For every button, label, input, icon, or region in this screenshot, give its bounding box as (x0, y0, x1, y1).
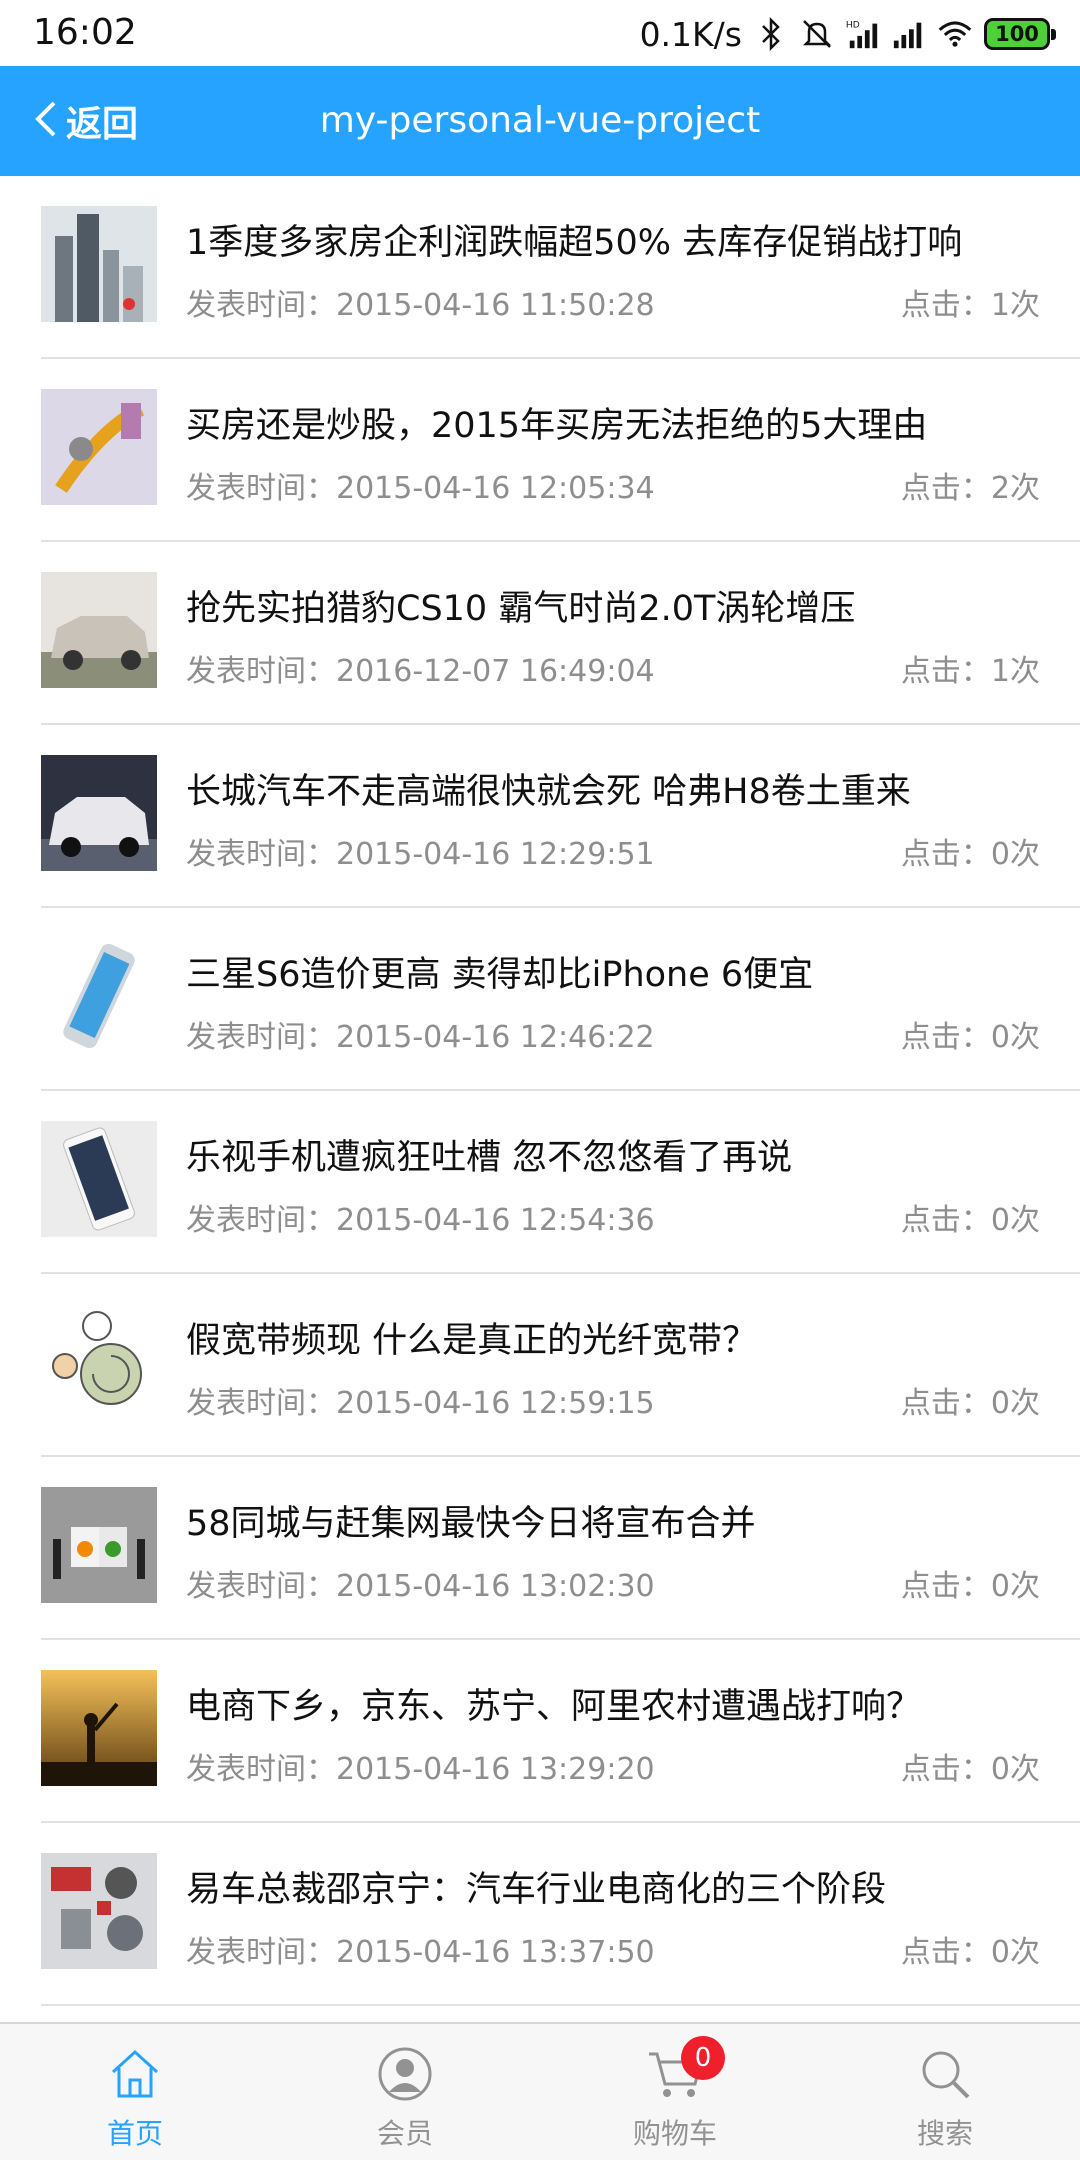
news-time: 发表时间：2015-04-16 13:29:20 (186, 1752, 655, 1787)
news-title: 电商下乡，京东、苏宁、阿里农村遭遇战打响？ (186, 1687, 922, 1727)
news-time: 发表时间：2015-04-16 11:50:28 (186, 288, 655, 323)
news-title: 假宽带频现 什么是真正的光纤宽带？ (186, 1321, 758, 1361)
svg-text:HD: HD (846, 19, 860, 30)
news-thumbnail-sunset (41, 1670, 157, 1786)
news-clicks: 点击：0次 (900, 1386, 1040, 1421)
tab-label: 首页 (106, 2117, 163, 2150)
news-thumbnail-suv-silver (41, 572, 157, 688)
battery-level: 100 (995, 22, 1039, 46)
tab-home[interactable]: 首页 (0, 2024, 270, 2160)
tab-search[interactable]: 搜索 (810, 2024, 1080, 2160)
news-item[interactable]: 乐视手机遭疯狂吐槽 忽不忽悠看了再说 发表时间：2015-04-16 12:54… (41, 1091, 1080, 1274)
news-item[interactable]: 三星S6造价更高 卖得却比iPhone 6便宜 发表时间：2015-04-16 … (41, 908, 1080, 1091)
member-icon (375, 2044, 435, 2104)
news-clicks: 点击：0次 (900, 1569, 1040, 1604)
news-clicks: 点击：0次 (900, 1752, 1040, 1787)
news-title: 抢先实拍猎豹CS10 霸气时尚2.0T涡轮增压 (186, 589, 856, 629)
news-item[interactable]: 58同城与赶集网最快今日将宣布合并 发表时间：2015-04-16 13:02:… (41, 1457, 1080, 1640)
news-thumbnail-buildings (41, 206, 157, 322)
news-item[interactable]: 1季度多家房企利润跌幅超50% 去库存促销战打响 发表时间：2015-04-16… (41, 176, 1080, 359)
news-clicks: 点击：0次 (900, 1020, 1040, 1055)
news-clicks: 点击：0次 (900, 1935, 1040, 1970)
news-time: 发表时间：2015-04-16 12:54:36 (186, 1203, 655, 1238)
tab-label: 搜索 (916, 2117, 973, 2150)
news-title: 三星S6造价更高 卖得却比iPhone 6便宜 (186, 955, 814, 995)
wifi-icon (938, 15, 972, 53)
news-thumbnail-cartoon-dollar (41, 389, 157, 505)
net-speed: 0.1K/s (639, 14, 742, 54)
hd-signal-icon: HD (846, 15, 880, 53)
news-title: 58同城与赶集网最快今日将宣布合并 (186, 1504, 756, 1544)
news-time: 发表时间：2015-04-16 13:37:50 (186, 1935, 655, 1970)
signal-icon (892, 15, 926, 53)
news-clicks: 点击：2次 (900, 471, 1040, 506)
news-time: 发表时间：2015-04-16 12:05:34 (186, 471, 655, 506)
news-clicks: 点击：0次 (900, 1203, 1040, 1238)
cart-badge: 0 (681, 2036, 725, 2080)
mute-icon (800, 15, 834, 53)
news-item[interactable]: 易车总裁邵京宁：汽车行业电商化的三个阶段 发表时间：2015-04-16 13:… (41, 1823, 1080, 2006)
news-list: 1季度多家房企利润跌幅超50% 去库存促销战打响 发表时间：2015-04-16… (0, 176, 1080, 2006)
news-thumbnail-cartoon-snail (41, 1304, 157, 1420)
search-icon (915, 2044, 975, 2104)
news-item[interactable]: 买房还是炒股，2015年买房无法拒绝的5大理由 发表时间：2015-04-16 … (41, 359, 1080, 542)
news-clicks: 点击：1次 (900, 288, 1040, 323)
tab-cart[interactable]: 0 购物车 (540, 2024, 810, 2160)
news-time: 发表时间：2015-04-16 12:29:51 (186, 837, 655, 872)
news-thumbnail-phone-curved (41, 938, 157, 1054)
news-time: 发表时间：2016-12-07 16:49:04 (186, 654, 655, 689)
news-clicks: 点击：1次 (900, 654, 1040, 689)
tab-member[interactable]: 会员 (270, 2024, 540, 2160)
news-time: 发表时间：2015-04-16 13:02:30 (186, 1569, 655, 1604)
news-time: 发表时间：2015-04-16 12:59:15 (186, 1386, 655, 1421)
tab-bar: 首页 会员 0 购物车 搜索 (0, 2022, 1080, 2160)
bluetooth-icon (754, 15, 788, 53)
news-thumbnail-phone-white (41, 1121, 157, 1237)
news-title: 乐视手机遭疯狂吐槽 忽不忽悠看了再说 (186, 1138, 793, 1178)
news-item[interactable]: 长城汽车不走高端很快就会死 哈弗H8卷土重来 发表时间：2015-04-16 1… (41, 725, 1080, 908)
news-time: 发表时间：2015-04-16 12:46:22 (186, 1020, 655, 1055)
status-bar: 16:02 0.1K/s HD 100 (0, 0, 1080, 66)
app-header: 返回 my-personal-vue-project (0, 66, 1080, 176)
news-thumbnail-puzzle (41, 1487, 157, 1603)
news-title: 易车总裁邵京宁：汽车行业电商化的三个阶段 (186, 1870, 887, 1910)
status-icons: 0.1K/s HD 100 (639, 12, 1056, 56)
status-time: 16:02 (33, 12, 137, 53)
news-title: 买房还是炒股，2015年买房无法拒绝的5大理由 (186, 406, 928, 446)
news-thumbnail-car-parts (41, 1853, 157, 1969)
news-clicks: 点击：0次 (900, 837, 1040, 872)
news-item[interactable]: 假宽带频现 什么是真正的光纤宽带？ 发表时间：2015-04-16 12:59:… (41, 1274, 1080, 1457)
news-item[interactable]: 电商下乡，京东、苏宁、阿里农村遭遇战打响？ 发表时间：2015-04-16 13… (41, 1640, 1080, 1823)
news-item[interactable]: 抢先实拍猎豹CS10 霸气时尚2.0T涡轮增压 发表时间：2016-12-07 … (41, 542, 1080, 725)
tab-label: 购物车 (632, 2117, 717, 2150)
page-title: my-personal-vue-project (319, 100, 761, 141)
news-title: 1季度多家房企利润跌幅超50% 去库存促销战打响 (186, 223, 963, 263)
news-thumbnail-suv-dark (41, 755, 157, 871)
tab-label: 会员 (376, 2117, 433, 2150)
home-icon (105, 2044, 165, 2104)
news-title: 长城汽车不走高端很快就会死 哈弗H8卷土重来 (186, 772, 911, 812)
battery-icon: 100 (984, 18, 1056, 50)
